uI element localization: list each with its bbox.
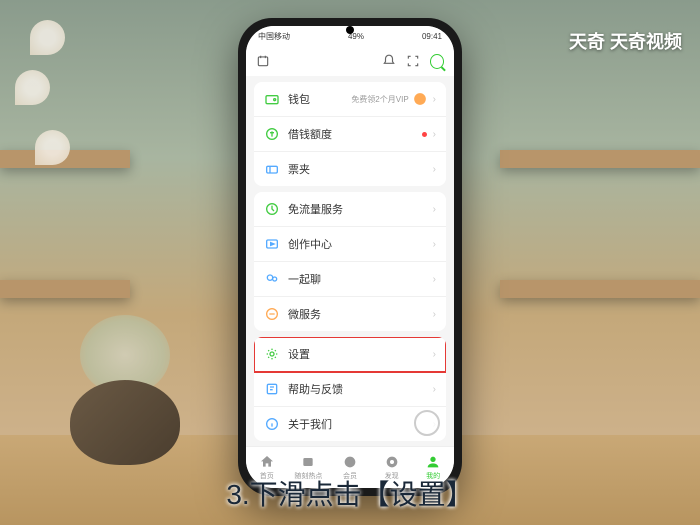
phone-frame: 中国移动 49% 09:41 钱包免费领2个月VIP›借钱额度›票夹› 免流量服…: [238, 18, 462, 496]
menu-row-chat[interactable]: 一起聊›: [254, 262, 446, 297]
wallet-icon: [264, 91, 280, 107]
data-icon: [264, 201, 280, 217]
about-icon: [264, 416, 280, 432]
menu-row-create[interactable]: 创作中心›: [254, 227, 446, 262]
ticket-icon: [264, 161, 280, 177]
chevron-right-icon: ›: [433, 94, 436, 105]
search-icon[interactable]: [430, 54, 444, 68]
carrier: 中国移动: [258, 31, 290, 42]
top-bar: [246, 46, 454, 76]
row-label: 借钱额度: [288, 126, 422, 142]
row-label: 设置: [288, 346, 433, 362]
notification-dot: [422, 132, 427, 137]
tab-icon: [342, 454, 358, 470]
row-label: 帮助与反馈: [288, 381, 433, 397]
settings-icon: [264, 346, 280, 362]
chevron-right-icon: ›: [433, 239, 436, 250]
chevron-right-icon: ›: [433, 164, 436, 175]
row-label: 免流量服务: [288, 201, 433, 217]
step-caption: 3.下滑点击【设置】: [226, 473, 473, 513]
menu-row-loan[interactable]: 借钱额度 ›: [254, 117, 446, 152]
menu-row-wallet[interactable]: 钱包免费领2个月VIP ›: [254, 82, 446, 117]
row-label: 一起聊: [288, 271, 433, 287]
chevron-right-icon: ›: [433, 274, 436, 285]
menu-row-settings[interactable]: 设置›: [254, 337, 446, 372]
chevron-right-icon: ›: [433, 384, 436, 395]
chevron-right-icon: ›: [433, 309, 436, 320]
chevron-right-icon: ›: [433, 204, 436, 215]
tab-icon: [259, 454, 275, 470]
phone-screen: 中国移动 49% 09:41 钱包免费领2个月VIP›借钱额度›票夹› 免流量服…: [246, 26, 454, 488]
feedback-icon: [264, 381, 280, 397]
loan-icon: [264, 126, 280, 142]
menu-row-service[interactable]: 微服务›: [254, 297, 446, 331]
row-label: 创作中心: [288, 236, 433, 252]
bell-icon[interactable]: [382, 54, 396, 68]
menu-row-ticket[interactable]: 票夹›: [254, 152, 446, 186]
tab-icon: [300, 454, 316, 470]
menu-row-data[interactable]: 免流量服务›: [254, 192, 446, 227]
row-label: 钱包: [288, 91, 351, 107]
row-extra: 免费领2个月VIP: [351, 94, 408, 105]
chevron-right-icon: ›: [433, 349, 436, 360]
assistive-touch[interactable]: [414, 410, 440, 436]
tab-icon: [425, 454, 441, 470]
row-label: 票夹: [288, 161, 433, 177]
calendar-icon[interactable]: [256, 54, 270, 68]
row-label: 关于我们: [288, 416, 433, 432]
row-label: 微服务: [288, 306, 433, 322]
create-icon: [264, 236, 280, 252]
menu-row-feedback[interactable]: 帮助与反馈›: [254, 372, 446, 407]
chevron-right-icon: ›: [433, 129, 436, 140]
vip-badge-icon: [413, 92, 427, 106]
clock: 09:41: [422, 32, 442, 41]
watermark: 天奇 天奇视频: [569, 28, 682, 54]
chat-icon: [264, 271, 280, 287]
scan-icon[interactable]: [406, 54, 420, 68]
tab-icon: [384, 454, 400, 470]
service-icon: [264, 306, 280, 322]
menu-content[interactable]: 钱包免费领2个月VIP›借钱额度›票夹› 免流量服务›创作中心›一起聊›微服务›…: [246, 76, 454, 446]
